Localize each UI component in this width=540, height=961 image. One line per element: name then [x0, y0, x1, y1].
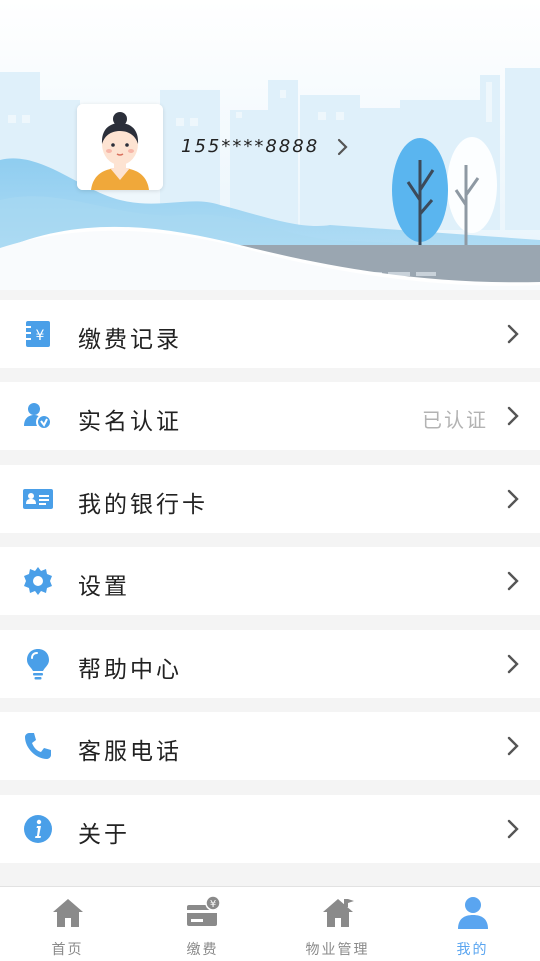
menu-item-settings[interactable]: 设置: [0, 547, 540, 615]
tab-label: 首页: [51, 942, 84, 958]
tab-home[interactable]: 首页: [0, 887, 135, 961]
menu-item-real-name-verification[interactable]: 实名认证 已认证: [0, 382, 540, 450]
person-icon: [457, 897, 488, 929]
menu-item-label: 关于: [78, 822, 130, 848]
avatar-illustration-icon: [77, 104, 163, 190]
tab-mine[interactable]: 我的: [405, 887, 540, 961]
tab-payment[interactable]: ¥ 缴费: [135, 887, 270, 961]
svg-text:¥: ¥: [36, 328, 45, 344]
menu-item-label: 帮助中心: [78, 657, 182, 683]
tab-label: 我的: [456, 942, 489, 958]
payment-card-icon: ¥: [186, 895, 221, 926]
profile-chevron-right-icon[interactable]: [336, 136, 350, 158]
menu-item-payment-records[interactable]: ¥ 缴费记录: [0, 300, 540, 368]
menu-item-my-bank-cards[interactable]: 我的银行卡: [0, 465, 540, 533]
menu-item-label: 我的银行卡: [78, 492, 208, 518]
menu-item-label: 缴费记录: [78, 327, 182, 353]
lightbulb-icon: [27, 649, 49, 680]
home-icon: [52, 899, 83, 927]
bottom-tab-bar: 首页 ¥ 缴费 物业管理 我的: [0, 886, 540, 961]
menu-item-about[interactable]: 关于: [0, 795, 540, 863]
property-house-icon: [322, 899, 354, 927]
user-avatar[interactable]: [77, 104, 163, 190]
profile-header: 155****8888: [0, 0, 540, 290]
tab-property-management[interactable]: 物业管理: [270, 887, 405, 961]
menu-item-customer-service-phone[interactable]: 客服电话: [0, 712, 540, 780]
chevron-right-icon: [507, 406, 519, 426]
chevron-right-icon: [507, 324, 519, 344]
menu-item-label: 设置: [78, 574, 130, 600]
info-icon: [24, 815, 52, 843]
tab-label: 缴费: [186, 942, 219, 958]
chevron-right-icon: [507, 736, 519, 756]
svg-text:¥: ¥: [209, 899, 215, 910]
menu-item-label: 实名认证: [78, 409, 182, 435]
chevron-right-icon: [507, 489, 519, 509]
chevron-right-icon: [507, 654, 519, 674]
menu-item-label: 客服电话: [78, 739, 182, 765]
verified-user-icon: [24, 403, 52, 430]
chevron-right-icon: [507, 571, 519, 591]
phone-icon: [25, 733, 51, 759]
bank-card-icon: [23, 489, 53, 509]
menu-item-help-center[interactable]: 帮助中心: [0, 630, 540, 698]
bill-receipt-icon: ¥: [26, 321, 50, 347]
gear-icon: [24, 567, 52, 595]
verification-status-text: 已认证: [422, 408, 488, 432]
user-phone-number: 155****8888: [181, 136, 320, 157]
chevron-right-icon: [507, 819, 519, 839]
tab-label: 物业管理: [305, 942, 370, 958]
